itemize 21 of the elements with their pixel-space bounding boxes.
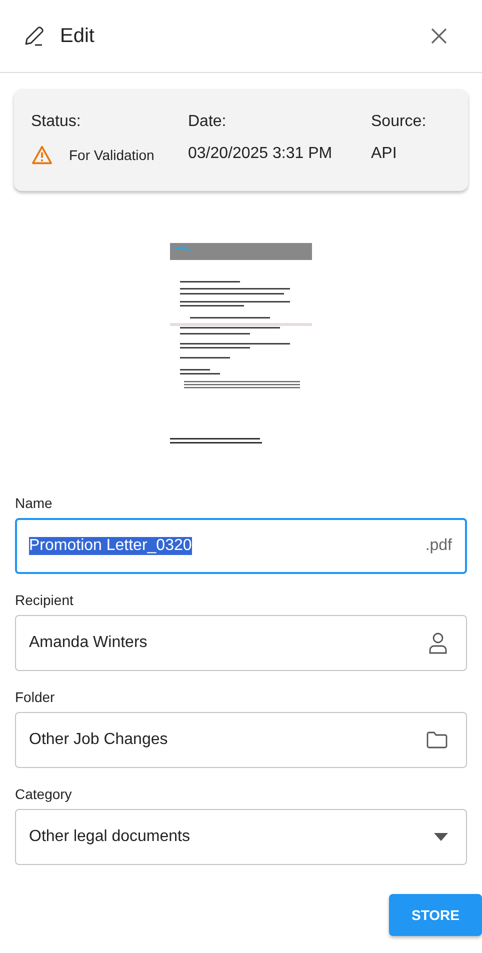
file-extension: .pdf	[425, 537, 452, 555]
input-field[interactable]: Promotion Letter_0320 .pdf	[15, 518, 467, 574]
close-icon[interactable]	[429, 26, 449, 46]
input-field[interactable]: Amanda Winters	[15, 615, 467, 671]
input-field[interactable]: Other Job Changes	[15, 712, 467, 768]
date-value: 03/20/2025 3:31 PM	[188, 145, 334, 163]
category-dropdown[interactable]: Other legal documents	[15, 809, 467, 865]
warning-icon	[31, 145, 53, 165]
status-value: For Validation	[69, 147, 154, 163]
field-label: Recipient	[15, 592, 74, 608]
field-label: Category	[15, 786, 73, 802]
dialog-title: Edit	[60, 24, 96, 48]
field-label: Name	[15, 495, 54, 511]
folder-icon	[426, 731, 448, 749]
person-icon	[428, 632, 448, 654]
source-value: API	[371, 145, 398, 163]
source-label: Source:	[371, 113, 426, 131]
caret-icon	[434, 833, 448, 841]
field-label: Folder	[15, 689, 56, 705]
status-label: Status:	[31, 113, 82, 131]
date-label: Date:	[188, 113, 228, 131]
